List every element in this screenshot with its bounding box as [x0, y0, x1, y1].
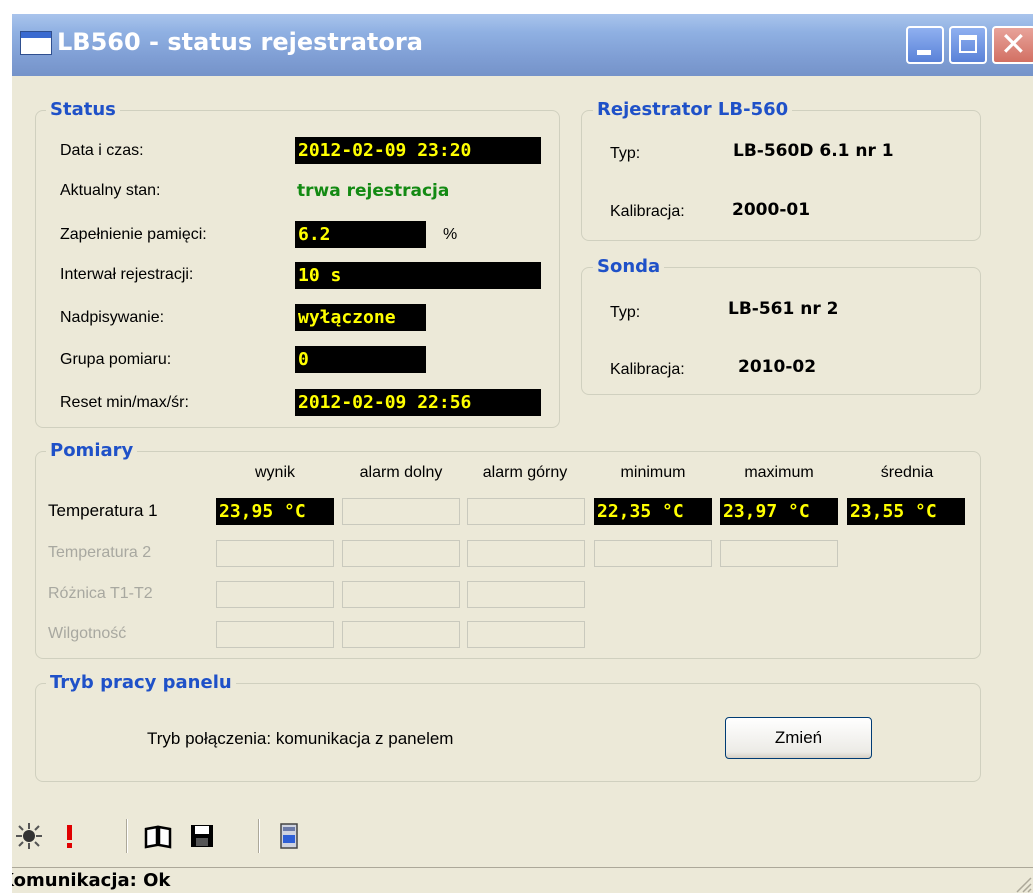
status-group-title: Status [46, 99, 120, 121]
temp2-alarm-high [467, 540, 585, 567]
diff-alarm-low [342, 581, 460, 608]
interval-label: Interwał rejestracji: [60, 266, 194, 283]
recorder-calibration-value: 2000-01 [732, 200, 811, 220]
alert-icon[interactable] [54, 821, 84, 851]
measurements-group-title: Pomiary [46, 440, 138, 462]
temp2-maximum [720, 540, 838, 567]
current-state-label: Aktualny stan: [60, 182, 161, 199]
diff-result [216, 581, 334, 608]
close-button[interactable] [992, 25, 1033, 64]
row-label-humidity: Wilgotność [48, 625, 127, 642]
col-header-alarm-low: alarm dolny [359, 464, 443, 481]
measurement-group-label: Grupa pomiaru: [60, 351, 172, 368]
temp2-minimum [594, 540, 712, 567]
temp1-result: 23,95 °C [216, 498, 334, 525]
reset-value: 2012-02-09 22:56 [295, 389, 541, 416]
save-icon[interactable] [187, 821, 217, 851]
status-bar: Komunikacja: Ok [12, 867, 1033, 893]
diff-alarm-high [467, 581, 585, 608]
toolbar-separator [258, 819, 260, 853]
probe-calibration-value: 2010-02 [738, 357, 817, 377]
temp1-alarm-high [467, 498, 585, 525]
overwrite-value: wyłączone [295, 304, 426, 331]
probe-type-value: LB-561 nr 2 [728, 299, 839, 319]
sun-icon[interactable] [14, 821, 44, 851]
temp2-alarm-low [342, 540, 460, 567]
overwrite-label: Nadpisywanie: [60, 309, 165, 326]
humidity-alarm-low [342, 621, 460, 648]
reset-label: Reset min/max/śr: [60, 394, 189, 411]
memory-usage-value: 6.2 [295, 221, 426, 248]
recorder-calibration-label: Kalibracja: [610, 203, 685, 220]
memory-usage-label: Zapełnienie pamięci: [60, 226, 207, 243]
probe-type-label: Typ: [610, 304, 641, 321]
col-header-minimum: minimum [620, 464, 686, 481]
panel-mode-group-title: Tryb pracy panelu [46, 672, 236, 694]
datetime-value: 2012-02-09 23:20 [295, 137, 541, 164]
interval-value: 10 s [295, 262, 541, 289]
app-window: LB560 - status rejestratora Status Data … [12, 14, 1033, 893]
temp1-alarm-low [342, 498, 460, 525]
row-label-difference: Różnica T1-T2 [48, 585, 153, 602]
recorder-group-title: Rejestrator LB-560 [593, 99, 793, 121]
temp1-average: 23,55 °C [847, 498, 965, 525]
change-button[interactable]: Zmień [725, 717, 872, 759]
measurement-group-value: 0 [295, 346, 426, 373]
col-header-alarm-high: alarm górny [482, 464, 568, 481]
window-title: LB560 - status rejestratora [57, 28, 423, 56]
resize-grip-icon[interactable] [1013, 874, 1033, 893]
col-header-average: średnia [880, 464, 934, 481]
temp1-maximum: 23,97 °C [720, 498, 838, 525]
minimize-button[interactable] [906, 26, 944, 64]
toolbar-separator [126, 819, 128, 853]
recorder-type-value: LB-560D 6.1 nr 1 [733, 141, 894, 161]
maximize-button[interactable] [949, 26, 987, 64]
temp1-minimum: 22,35 °C [594, 498, 712, 525]
recorder-type-label: Typ: [610, 145, 641, 162]
datetime-label: Data i czas: [60, 142, 144, 159]
probe-calibration-label: Kalibracja: [610, 361, 685, 378]
book-icon[interactable] [143, 821, 173, 851]
probe-group-title: Sonda [593, 256, 665, 278]
connection-mode-text: Tryb połączenia: komunikacja z panelem [147, 729, 454, 748]
humidity-alarm-high [467, 621, 585, 648]
row-label-temp1: Temperatura 1 [48, 501, 158, 520]
humidity-result [216, 621, 334, 648]
device-icon[interactable] [274, 821, 304, 851]
temp2-result [216, 540, 334, 567]
title-bar[interactable]: LB560 - status rejestratora [12, 14, 1033, 76]
col-header-maximum: maximum [744, 464, 814, 481]
col-header-result: wynik [254, 464, 296, 481]
window-icon [20, 31, 52, 55]
memory-usage-unit: % [443, 226, 458, 243]
current-state-value: trwa rejestracja [297, 181, 450, 201]
row-label-temp2: Temperatura 2 [48, 544, 152, 561]
connection-status: Komunikacja: Ok [12, 870, 171, 891]
